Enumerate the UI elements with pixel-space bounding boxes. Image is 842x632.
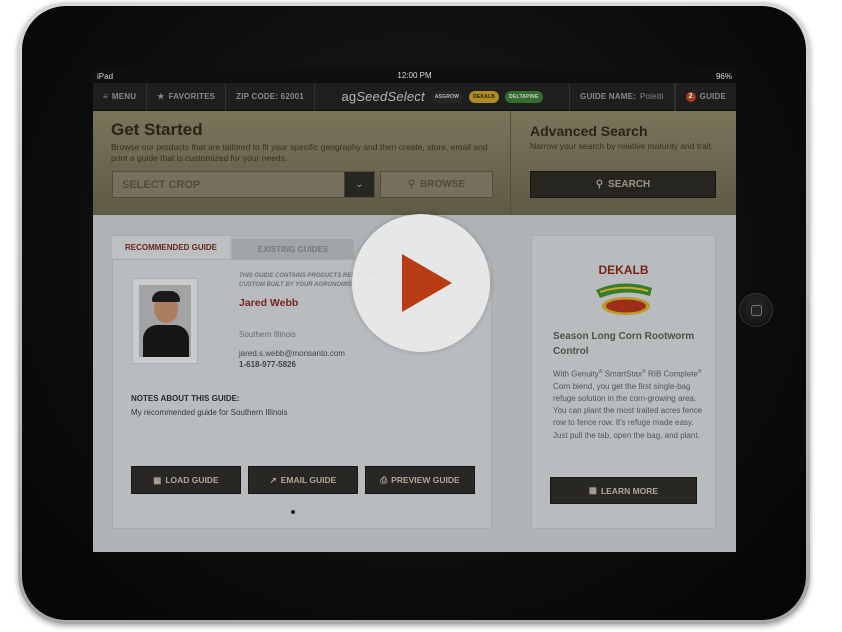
favorites-button[interactable]: ★ FAVORITES	[147, 82, 227, 111]
tab-existing-guides[interactable]: EXISTING GUIDES	[232, 239, 354, 259]
browse-label: BROWSE	[420, 179, 466, 190]
preview-guide-button[interactable]: ⎙ PREVIEW GUIDE	[365, 466, 475, 494]
menu-button[interactable]: ≡ MENU	[93, 82, 148, 111]
promo-heading: Season Long Corn Rootworm Control	[553, 331, 695, 357]
menu-icon: ≡	[103, 92, 108, 101]
deltapine-logo: DELTAPINE	[505, 90, 543, 103]
menu-label: MENU	[111, 92, 137, 101]
status-bar: iPad 12:00 PM 96%	[93, 69, 736, 83]
advanced-search-description: Narrow your search by relative maturity …	[530, 141, 714, 151]
learn-more-button[interactable]: ▦ LEARN MORE	[550, 477, 697, 504]
guide-name: GUIDE NAME: Poletti	[569, 82, 675, 111]
agronomist-photo	[132, 278, 198, 364]
page-indicator-dot[interactable]	[291, 510, 295, 514]
guide-label: GUIDE	[699, 92, 726, 101]
guide-button[interactable]: 2 GUIDE	[674, 82, 736, 111]
email-guide-button[interactable]: ↗ EMAIL GUIDE	[248, 466, 358, 494]
top-nav: ≡ MENU ★ FAVORITES ZIP CODE: 62001 agSee…	[93, 82, 736, 111]
tab-recommended-guide[interactable]: RECOMMENDED GUIDE	[112, 235, 230, 259]
share-icon: ↗	[269, 474, 277, 485]
search-icon: ⚲	[407, 179, 416, 190]
brand-logo-area: agSeedSelect ASGROW DEKALB DELTAPINE	[315, 89, 569, 104]
document-icon: ▦	[588, 485, 597, 495]
hero-section: Get Started Browse our products that are…	[93, 111, 736, 215]
search-button[interactable]: ⚲ SEARCH	[530, 171, 716, 198]
star-icon: ★	[157, 92, 165, 101]
promo-card: DEKALB Season Long Corn Rootworm Control…	[531, 235, 716, 529]
email-guide-label: EMAIL GUIDE	[280, 475, 337, 485]
preview-guide-label: PREVIEW GUIDE	[391, 475, 460, 485]
browse-button[interactable]: ⚲ BROWSE	[380, 171, 493, 198]
document-icon: ▦	[153, 474, 162, 485]
battery-level: 96%	[715, 71, 732, 81]
guide-count-badge: 2	[685, 91, 696, 102]
zip-code[interactable]: ZIP CODE: 62001	[226, 82, 315, 111]
notes-text: My recommended guide for Southern Illino…	[131, 408, 288, 417]
play-icon	[402, 254, 452, 312]
agseedselect-logo: agSeedSelect	[341, 89, 425, 104]
advanced-search-panel: Advanced Search Narrow your search by re…	[512, 111, 736, 215]
device-label: iPad	[97, 71, 114, 81]
home-button[interactable]	[739, 293, 773, 327]
search-icon: ⚲	[595, 179, 604, 190]
load-guide-label: LOAD GUIDE	[165, 475, 219, 485]
print-icon: ⎙	[380, 474, 388, 485]
learn-more-label: LEARN MORE	[600, 485, 659, 496]
zip-code-label: ZIP CODE: 62001	[236, 92, 304, 101]
agronomist-name: Jared Webb	[239, 297, 299, 309]
play-video-button[interactable]	[352, 214, 490, 352]
search-label: SEARCH	[608, 179, 651, 190]
guide-name-label: GUIDE NAME:	[580, 92, 637, 101]
advanced-search-title: Advanced Search	[530, 123, 648, 139]
guide-name-value: Poletti	[640, 92, 664, 101]
select-crop-label: SELECT CROP	[122, 178, 201, 191]
dekalb-wing-logo	[596, 283, 652, 315]
agronomist-region: Southern Illinois	[239, 330, 296, 339]
get-started-description: Browse our products that are tailored to…	[111, 142, 488, 163]
favorites-label: FAVORITES	[168, 92, 216, 101]
asgrow-logo: ASGROW	[430, 90, 464, 103]
dekalb-logo: DEKALB	[469, 90, 500, 103]
agronomist-email[interactable]: jared.s.webb@monsanto.com	[239, 349, 345, 358]
select-crop-dropdown[interactable]: SELECT CROP ⌄	[112, 171, 375, 198]
promo-brand: DEKALB	[598, 263, 649, 277]
chevron-down-icon[interactable]: ⌄	[344, 172, 374, 197]
promo-body: With Genuity® SmartStax® RIB Complete® C…	[553, 369, 703, 440]
agronomist-phone[interactable]: 1-618-977-5826	[239, 360, 296, 369]
load-guide-button[interactable]: ▦ LOAD GUIDE	[131, 466, 241, 494]
get-started-title: Get Started	[111, 120, 203, 139]
get-started-panel: Get Started Browse our products that are…	[93, 111, 511, 215]
home-square-icon	[750, 304, 762, 316]
notes-heading: NOTES ABOUT THIS GUIDE:	[131, 394, 240, 403]
clock: 12:00 PM	[397, 71, 432, 80]
